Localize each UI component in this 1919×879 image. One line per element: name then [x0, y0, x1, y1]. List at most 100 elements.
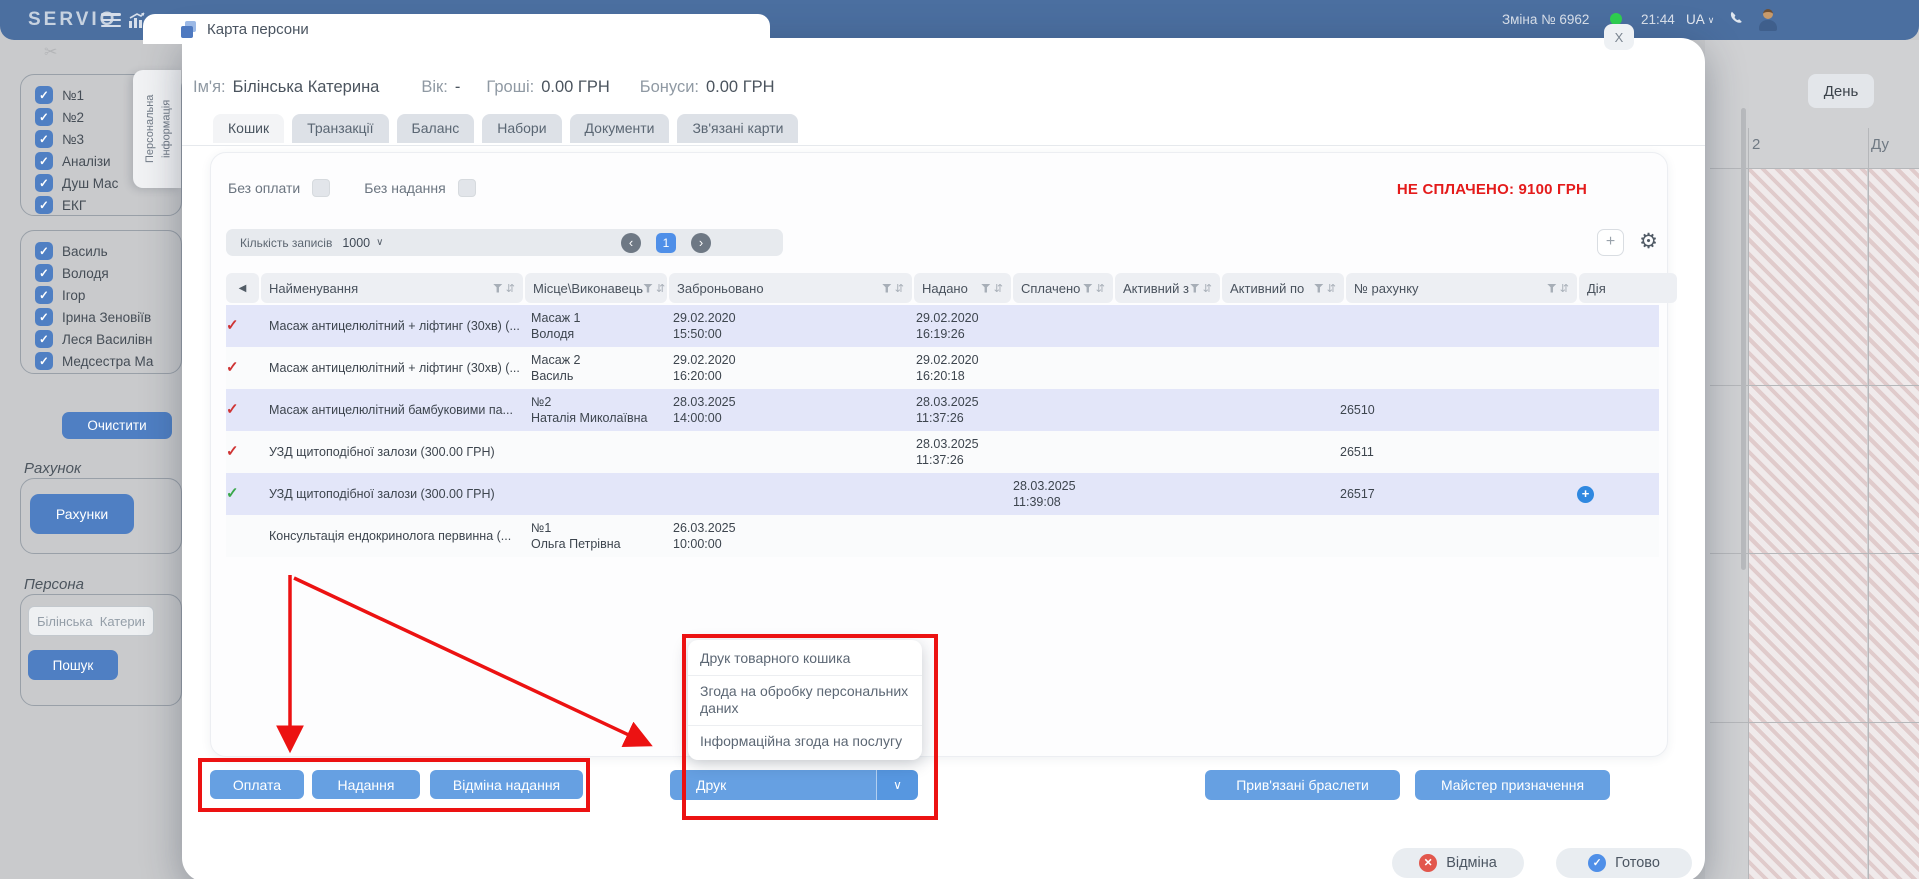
filter-funnel-icon[interactable]	[493, 284, 503, 293]
cell-paid: 28.03.202511:39:08	[1003, 476, 1103, 513]
sort-icon[interactable]: ⇵	[994, 282, 1003, 295]
language-selector[interactable]: UA∨	[1686, 12, 1714, 27]
provide-button[interactable]: Надання	[312, 770, 420, 799]
cell-active-to	[1208, 408, 1330, 412]
staff-checkbox[interactable]: ✓	[35, 286, 53, 304]
print-button-label[interactable]: Друк	[670, 770, 876, 800]
column-header-5[interactable]: Сплачено⇵	[1013, 273, 1113, 303]
table-row[interactable]: ✓Масаж антицелюлітний + ліфтинг (30хв) (…	[226, 347, 1659, 389]
page-prev-button[interactable]: ‹	[621, 233, 641, 253]
page-next-button[interactable]: ›	[691, 233, 711, 253]
records-count-value[interactable]: 1000	[342, 236, 370, 250]
cell-booked: 26.03.202510:00:00	[663, 518, 906, 555]
add-action-icon[interactable]: +	[1577, 486, 1594, 503]
column-header-7[interactable]: Активний по⇵	[1222, 273, 1344, 303]
filter-funnel-icon[interactable]	[643, 284, 653, 293]
records-chevron-icon[interactable]: ∨	[376, 237, 383, 248]
person-search-button[interactable]: Пошук	[28, 650, 118, 680]
column-header-9[interactable]: Дія	[1579, 273, 1677, 303]
room-checkbox[interactable]: ✓	[35, 152, 53, 170]
table-row[interactable]: ✓Масаж антицелюлітний бамбуковими па...№…	[226, 389, 1659, 431]
no-payment-checkbox[interactable]	[312, 179, 330, 197]
filter-funnel-icon[interactable]	[882, 284, 892, 293]
table-settings-gear-icon[interactable]: ⚙	[1635, 228, 1662, 255]
filter-funnel-icon[interactable]	[1190, 284, 1200, 293]
print-menu-item[interactable]: Друк товарного кошика	[688, 643, 922, 676]
table-row[interactable]: ✓УЗД щитоподібної залози (300.00 ГРН)28.…	[226, 473, 1659, 515]
cell-provided-line1: 28.03.2025	[916, 436, 993, 452]
filter-funnel-icon[interactable]	[981, 284, 991, 293]
room-checkbox[interactable]: ✓	[35, 196, 53, 214]
table-row[interactable]: ✓Масаж антицелюлітний + ліфтинг (30хв) (…	[226, 305, 1659, 347]
done-button[interactable]: ✓ Готово	[1556, 848, 1692, 878]
staff-item: ✓Ігор	[35, 284, 181, 306]
day-view-button[interactable]: День	[1808, 74, 1874, 108]
calendar-column-header: 2	[1752, 136, 1760, 153]
column-header-collapse[interactable]: ◀	[226, 273, 259, 303]
hamburger-menu-icon[interactable]	[101, 13, 121, 27]
cancel-provision-button[interactable]: Відміна надання	[430, 770, 583, 799]
column-header-4[interactable]: Надано⇵	[914, 273, 1011, 303]
tab-6[interactable]: Зв'язані карти	[677, 114, 798, 143]
room-label: Душ Мас	[62, 176, 118, 191]
person-card-modal: Ім'я: Білінська Катерина Вік: - Гроші: 0…	[182, 38, 1705, 879]
room-checkbox[interactable]: ✓	[35, 130, 53, 148]
filter-funnel-icon[interactable]	[1314, 284, 1324, 293]
column-header-1[interactable]: Найменування⇵	[261, 273, 523, 303]
print-chevron-icon[interactable]: ∨	[876, 770, 918, 800]
sort-icon[interactable]: ⇵	[1096, 282, 1105, 295]
phone-icon[interactable]	[1728, 10, 1746, 33]
staff-filter-group: ✓Василь✓Володя✓Ігор✓Ірина Зеновіїв✓Леся …	[20, 230, 182, 374]
tab-1[interactable]: Кошик	[213, 114, 284, 143]
table-row[interactable]: ✓УЗД щитоподібної залози (300.00 ГРН)28.…	[226, 431, 1659, 473]
add-row-button[interactable]: +	[1597, 229, 1624, 256]
filter-funnel-icon[interactable]	[1083, 284, 1093, 293]
sort-icon[interactable]: ⇵	[656, 282, 665, 295]
staff-checkbox[interactable]: ✓	[35, 242, 53, 260]
room-label: ЕКГ	[62, 198, 86, 213]
tab-4[interactable]: Набори	[482, 114, 561, 143]
tab-3[interactable]: Баланс	[397, 114, 475, 143]
print-menu-item[interactable]: Згода на обробку персональних даних	[688, 676, 922, 726]
column-header-8[interactable]: № рахунку⇵	[1346, 273, 1577, 303]
close-button[interactable]: X	[1604, 24, 1634, 50]
clear-button[interactable]: Очистити	[62, 412, 172, 439]
staff-checkbox[interactable]: ✓	[35, 264, 53, 282]
room-checkbox[interactable]: ✓	[35, 174, 53, 192]
sort-icon[interactable]: ⇵	[506, 282, 515, 295]
filters-row: Без оплати Без надання	[228, 179, 476, 197]
tab-2[interactable]: Транзакції	[292, 114, 388, 143]
calendar-scrollbar[interactable]	[1741, 108, 1746, 570]
pay-button[interactable]: Оплата	[210, 770, 304, 799]
sort-icon[interactable]: ⇵	[1327, 282, 1336, 295]
cancel-button[interactable]: ✕ Відміна	[1392, 848, 1524, 878]
column-header-2[interactable]: Місце\Виконавець⇵	[525, 273, 667, 303]
tab-5[interactable]: Документи	[570, 114, 670, 143]
table-row[interactable]: Консультація ендокринолога первинна (...…	[226, 515, 1659, 557]
sort-icon[interactable]: ⇵	[895, 282, 904, 295]
staff-checkbox[interactable]: ✓	[35, 330, 53, 348]
collapse-column-icon[interactable]: ◀	[234, 283, 251, 294]
page-current[interactable]: 1	[656, 233, 676, 253]
person-age: -	[455, 78, 461, 97]
filter-funnel-icon[interactable]	[1547, 284, 1557, 293]
room-checkbox[interactable]: ✓	[35, 108, 53, 126]
person-search-input[interactable]	[28, 606, 154, 636]
cell-account	[1330, 324, 1561, 328]
sort-icon[interactable]: ⇵	[1203, 282, 1212, 295]
cell-action: +	[1561, 484, 1659, 505]
accounts-button[interactable]: Рахунки	[30, 494, 134, 534]
staff-checkbox[interactable]: ✓	[35, 352, 53, 370]
sort-icon[interactable]: ⇵	[1560, 282, 1569, 295]
print-menu-item[interactable]: Інформаційна згода на послугу	[688, 726, 922, 758]
print-split-button[interactable]: Друк ∨	[670, 770, 918, 800]
bracelets-button[interactable]: Прив'язані браслети	[1205, 770, 1400, 800]
room-checkbox[interactable]: ✓	[35, 86, 53, 104]
staff-checkbox[interactable]: ✓	[35, 308, 53, 326]
column-header-6[interactable]: Активний з⇵	[1115, 273, 1220, 303]
no-provision-checkbox[interactable]	[458, 179, 476, 197]
assignment-wizard-button[interactable]: Майстер призначення	[1415, 770, 1610, 800]
user-avatar-icon[interactable]	[1756, 8, 1780, 32]
column-header-3[interactable]: Заброньовано⇵	[669, 273, 912, 303]
personal-info-vertical-tab[interactable]: Персональна інформація	[133, 70, 181, 188]
